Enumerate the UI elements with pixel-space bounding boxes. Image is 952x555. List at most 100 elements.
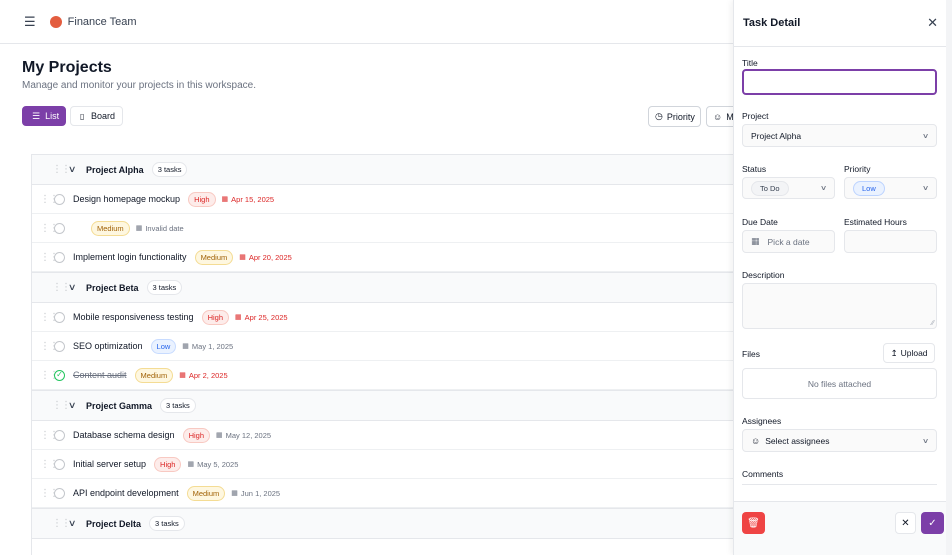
priority-select[interactable]: Low ∨ [844, 177, 937, 199]
task-row[interactable]: ⋮⋮ ✓ Content audit Medium ▦ Apr 2, 2025 [32, 361, 733, 390]
priority-badge: High [201, 309, 230, 325]
comments-divider [742, 484, 937, 485]
drag-handle-icon[interactable]: ⋮⋮ [40, 341, 59, 352]
upload-button[interactable]: ↥ Upload [883, 343, 935, 363]
due-date-picker[interactable]: ▦ Pick a date [742, 230, 835, 253]
clock-icon: ◷ [655, 111, 663, 121]
task-name[interactable]: Initial server setup [73, 459, 146, 469]
close-icon[interactable]: ✕ [927, 15, 938, 31]
priority-filter-button[interactable]: ◷ Priority [648, 106, 701, 127]
delete-button[interactable]: 🗑 [742, 512, 765, 534]
task-count-badge: 3 tasks [160, 398, 196, 413]
task-name[interactable]: API endpoint development [73, 488, 179, 498]
chevron-down-icon[interactable]: ∨ [68, 282, 86, 293]
task-row[interactable]: ⋮⋮ Initial server setup High ▦ May 5, 2025 [32, 450, 733, 479]
chevron-down-icon[interactable]: ∨ [68, 400, 86, 411]
priority-badge: High [188, 191, 216, 207]
description-textarea[interactable]: ∕∕ [742, 283, 937, 329]
priority-pill: Low [853, 180, 885, 196]
project-list: ⋮⋮ ∨ Project Alpha 3 tasks ⋮⋮ Design homepage… [31, 154, 733, 555]
calendar-icon: ▦ [231, 490, 238, 497]
task-row[interactable]: ⋮⋮ Medium ▦ Invalid date [32, 214, 733, 243]
task-name[interactable]: Implement login functionality [73, 252, 187, 262]
task-row[interactable]: ⋮⋮ Database schema design High ▦ May 12, 202… [32, 421, 733, 450]
drag-handle-icon[interactable]: ⋮⋮ [40, 223, 59, 234]
calendar-icon: ▦ [216, 432, 223, 439]
resize-handle-icon[interactable]: ∕∕ [932, 320, 934, 327]
user-icon: ☺ [713, 111, 723, 122]
drag-handle-icon[interactable]: ⋮⋮ [40, 430, 59, 441]
priority-label: Priority [844, 164, 871, 174]
files-dropzone[interactable]: No files attached [742, 368, 937, 399]
task-name[interactable]: Design homepage mockup [73, 194, 180, 204]
priority-filter-label: Priority [666, 111, 695, 122]
hamburger-icon[interactable]: ☰ [24, 15, 36, 28]
drag-handle-icon[interactable]: ⋮⋮ [40, 459, 59, 470]
status-select[interactable]: To Do ∨ [742, 177, 835, 199]
cancel-button[interactable]: ✕ [895, 512, 916, 534]
task-name[interactable]: Content audit [73, 370, 127, 380]
assignees-select[interactable]: ☺ Select assignees ∨ [742, 429, 937, 452]
project-group-header[interactable]: ⋮⋮ ∨ Project Delta 3 tasks [32, 508, 733, 539]
drag-handle-icon[interactable]: ⋮⋮ [40, 252, 59, 263]
calendar-icon: ▦ [135, 225, 143, 232]
project-select[interactable]: Project Alpha ∨ [742, 124, 937, 147]
list-view-button[interactable]: ☰ List [22, 106, 66, 126]
drag-handle-icon[interactable]: ⋮⋮ [40, 488, 59, 499]
task-row[interactable]: ⋮⋮ API endpoint development Medium ▦ Jun 1, … [32, 479, 733, 508]
task-checkbox[interactable] [54, 458, 65, 470]
due-date: ▦ Apr 2, 2025 [179, 371, 227, 380]
assignees-placeholder: Select assignees [765, 435, 830, 446]
task-checkbox[interactable] [54, 487, 65, 499]
save-button[interactable]: ✓ [921, 512, 944, 534]
project-label: Project [742, 111, 769, 121]
priority-badge: Medium [186, 485, 226, 501]
drag-handle-icon[interactable]: ⋮⋮ [40, 312, 59, 323]
task-row[interactable]: ⋮⋮ Design homepage mockup High ▦ Apr 15, 202… [32, 185, 733, 214]
team-name[interactable]: Finance Team [68, 16, 137, 28]
project-group-header[interactable]: ⋮⋮ ∨ Project Alpha 3 tasks [32, 154, 733, 185]
files-empty-text: No files attached [807, 378, 872, 389]
task-checkbox[interactable] [54, 340, 65, 352]
task-row[interactable]: ⋮⋮ Mobile responsiveness testing High ▦ Apr … [32, 303, 733, 332]
project-select-value: Project Alpha [751, 130, 802, 141]
task-name[interactable]: Mobile responsiveness testing [73, 312, 194, 322]
task-checkbox[interactable] [54, 251, 65, 263]
due-date: ▦ Invalid date [136, 224, 184, 233]
upload-label: Upload [900, 348, 928, 358]
task-row[interactable]: ⋮⋮ Implement login functionality Medium ▦ Ap… [32, 243, 733, 272]
scrollbar-track[interactable] [946, 0, 952, 555]
due-date: ▦ May 1, 2025 [182, 342, 233, 351]
task-checkbox[interactable] [54, 222, 65, 234]
project-group-name: Project Alpha [86, 164, 144, 175]
title-input[interactable] [742, 69, 937, 95]
task-checkbox[interactable]: ✓ [54, 369, 65, 381]
status-label: Status [742, 164, 767, 174]
task-row[interactable]: ⋮⋮ SEO optimization Low ▦ May 1, 2025 [32, 332, 733, 361]
due-date: ▦ Jun 1, 2025 [231, 489, 280, 498]
task-checkbox[interactable] [54, 311, 65, 323]
calendar-icon: ▦ [239, 254, 246, 261]
chevron-down-icon[interactable]: ∨ [68, 518, 86, 529]
priority-badge: High [154, 456, 182, 472]
task-checkbox[interactable] [54, 193, 65, 205]
chevron-down-icon: ∨ [921, 132, 930, 140]
board-view-button[interactable]: ▯ Board [70, 106, 123, 126]
drag-handle-icon[interactable]: ⋮⋮ [40, 194, 59, 205]
chevron-down-icon[interactable]: ∨ [68, 164, 86, 175]
task-name[interactable]: SEO optimization [73, 341, 143, 351]
project-group-name: Project Gamma [86, 400, 153, 411]
status-pill: To Do [751, 180, 789, 196]
drag-handle-icon[interactable]: ⋮⋮ [40, 370, 59, 381]
task-checkbox[interactable] [54, 429, 65, 441]
description-label: Description [742, 270, 785, 280]
project-group-header[interactable]: ⋮⋮ ∨ Project Gamma 3 tasks [32, 390, 733, 421]
due-date: ▦ Apr 20, 2025 [239, 253, 292, 262]
assignees-label: Assignees [742, 416, 782, 426]
task-name[interactable]: Database schema design [73, 430, 175, 440]
project-group-header[interactable]: ⋮⋮ ∨ Project Beta 3 tasks [32, 272, 733, 303]
due-date-text: Invalid date [145, 223, 184, 233]
estimated-hours-input[interactable] [844, 230, 937, 253]
comments-label: Comments [742, 469, 784, 479]
priority-badge: Low [150, 338, 177, 354]
